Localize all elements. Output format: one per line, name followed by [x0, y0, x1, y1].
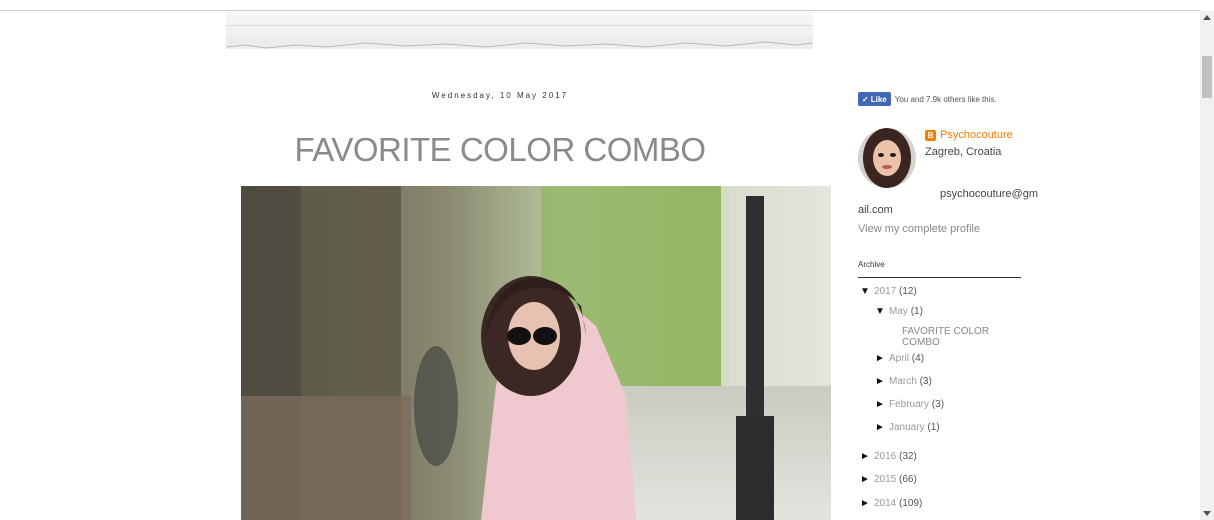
profile-email-line2: ail.com: [858, 204, 893, 216]
sidebar: ✓ Like You and 7.9k others like this. B …: [858, 92, 1038, 509]
post-photo[interactable]: [241, 186, 831, 520]
avatar[interactable]: [858, 128, 916, 188]
profile-name-link[interactable]: Psychocouture: [940, 129, 1013, 141]
archive-year-count: (12): [899, 286, 917, 297]
facebook-like-button[interactable]: ✓ Like: [858, 92, 891, 106]
like-button-label: Like: [870, 94, 887, 104]
archive-year-count: (32): [899, 451, 917, 462]
collapsed-triangle-icon[interactable]: ►: [875, 376, 889, 387]
profile-location: Zagreb, Croatia: [925, 146, 1002, 158]
archive-year-count: (66): [899, 474, 917, 485]
archive-month-count: (4): [911, 353, 925, 364]
archive-post-link[interactable]: FAVORITE COLOR COMBO: [902, 326, 1028, 348]
archive-month-label[interactable]: May: [889, 306, 908, 317]
profile-email-line1: psychocouture@gm: [940, 188, 1038, 200]
vertical-scrollbar[interactable]: [1200, 11, 1214, 520]
archive-month-count: (3): [931, 399, 945, 410]
archive-year-2015[interactable]: ► 2015 (66): [860, 474, 917, 485]
archive-year-2017[interactable]: ▼ 2017 (12): [860, 286, 917, 297]
scroll-down-arrow-icon[interactable]: [1203, 511, 1211, 516]
like-count-text: You and 7.9k others like this.: [894, 94, 997, 104]
archive-year-2016[interactable]: ► 2016 (32): [860, 451, 917, 462]
collapsed-triangle-icon[interactable]: ►: [875, 399, 889, 410]
header-rule: [226, 25, 813, 26]
archive-month-label[interactable]: February: [889, 399, 929, 410]
archive-year-label[interactable]: 2016: [874, 451, 896, 462]
scroll-up-arrow-icon[interactable]: [1203, 15, 1211, 20]
torn-edge: [226, 37, 813, 49]
post-photo-image: [241, 186, 831, 520]
collapsed-triangle-icon[interactable]: ►: [875, 422, 889, 433]
archive-month-count: (3): [919, 376, 932, 387]
post-title[interactable]: FAVORITE COLOR COMBO: [240, 131, 760, 169]
blogger-icon: B: [925, 130, 936, 141]
archive-month-may[interactable]: ▼ May (1): [875, 306, 923, 317]
archive-month-label[interactable]: April: [889, 353, 909, 364]
profile-email: psychocouture@gm ail.com: [858, 186, 1038, 218]
archive-year-2014[interactable]: ► 2014 (109): [860, 498, 922, 509]
view-profile-link[interactable]: View my complete profile: [858, 223, 980, 235]
collapsed-triangle-icon[interactable]: ►: [860, 451, 874, 462]
expanded-triangle-icon[interactable]: ▼: [875, 306, 889, 317]
facebook-like-row: ✓ Like You and 7.9k others like this.: [858, 92, 1028, 106]
expanded-triangle-icon[interactable]: ▼: [860, 286, 874, 297]
archive-title: Archive: [858, 260, 1021, 278]
avatar-image: [858, 128, 916, 188]
header-torn-paper: [226, 11, 813, 49]
archive-month-march[interactable]: ► March (3): [875, 376, 932, 387]
archive-month-february[interactable]: ► February (3): [875, 399, 944, 410]
archive-month-count: (1): [927, 422, 940, 433]
archive-month-january[interactable]: ► January (1): [875, 422, 940, 433]
check-icon: ✓: [862, 94, 869, 104]
post-date: Wednesday, 10 May 2017: [431, 91, 569, 100]
archive-month-april[interactable]: ► April (4): [875, 353, 924, 364]
collapsed-triangle-icon[interactable]: ►: [875, 353, 889, 364]
archive-month-label[interactable]: January: [889, 422, 925, 433]
collapsed-triangle-icon[interactable]: ►: [860, 474, 874, 485]
archive-year-label[interactable]: 2017: [874, 286, 896, 297]
archive-year-count: (109): [899, 498, 923, 509]
archive-year-label[interactable]: 2015: [874, 474, 896, 485]
profile-widget: B Psychocouture Zagreb, Croatia psychoco…: [858, 128, 1038, 235]
collapsed-triangle-icon[interactable]: ►: [860, 498, 874, 509]
scrollbar-thumb[interactable]: [1202, 56, 1212, 98]
archive-month-label[interactable]: March: [889, 376, 917, 387]
archive-month-count: (1): [910, 306, 923, 317]
archive-year-label[interactable]: 2014: [874, 498, 896, 509]
